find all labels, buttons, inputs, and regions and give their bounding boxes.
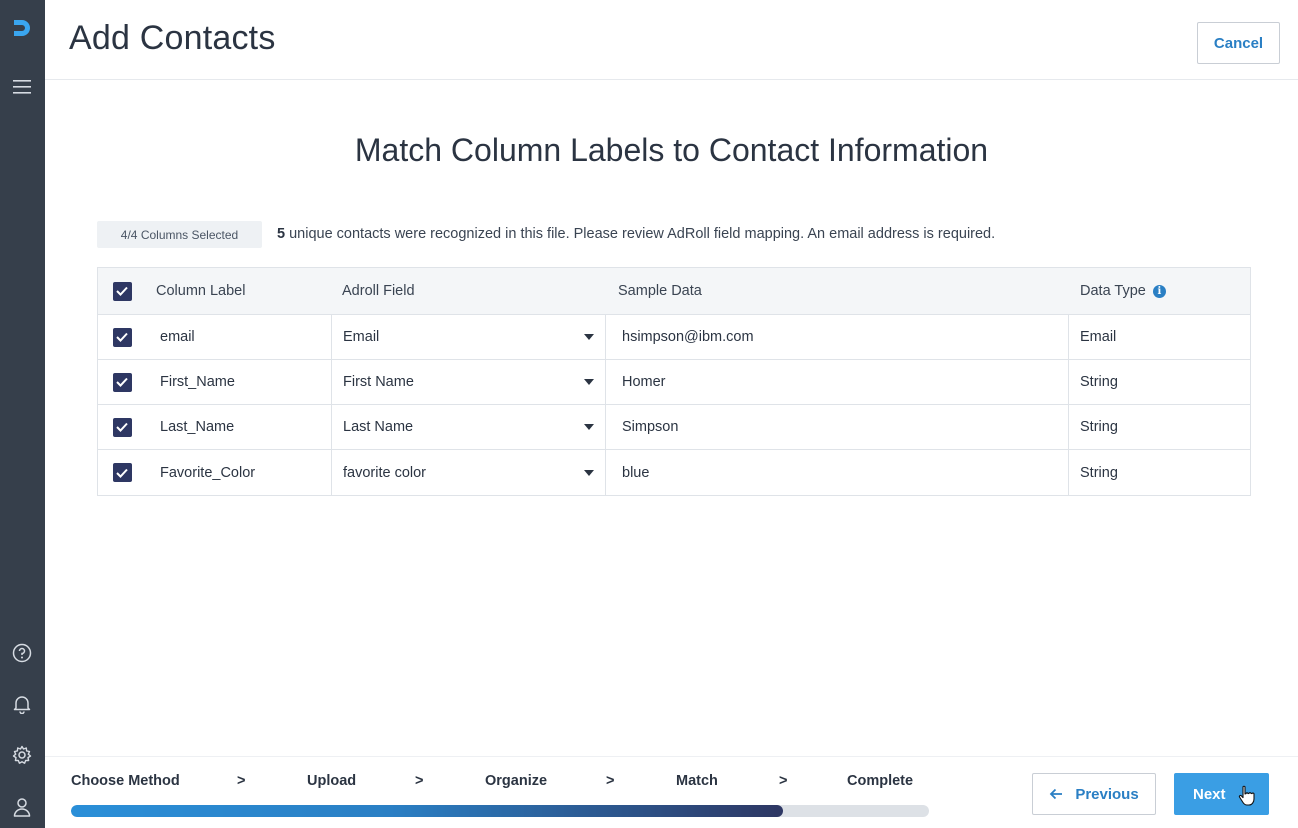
step-organize: Organize — [485, 773, 548, 789]
adroll-field-value: Email — [343, 329, 380, 345]
check-icon — [116, 332, 128, 342]
info-icon[interactable]: i — [1152, 284, 1166, 298]
sidebar — [0, 0, 45, 828]
help-icon[interactable] — [10, 641, 34, 665]
row-checkbox[interactable] — [112, 372, 132, 392]
header-adroll-field: Adroll Field — [342, 283, 415, 299]
header-data-type-label: Data Type — [1080, 283, 1146, 299]
select-all-checkbox[interactable] — [112, 281, 132, 301]
row-check-cell — [98, 315, 146, 359]
menu-icon[interactable] — [10, 75, 34, 99]
adroll-field-dropdown[interactable]: favorite color — [331, 450, 606, 495]
progress-bar — [71, 805, 929, 817]
check-icon — [116, 286, 128, 296]
header-data-type: Data Type i — [1069, 283, 1250, 299]
row-check-cell — [98, 405, 146, 449]
check-icon — [116, 422, 128, 432]
step-match: Match — [676, 773, 718, 789]
row-checkbox[interactable] — [112, 417, 132, 437]
page-title: Add Contacts — [69, 19, 276, 57]
sample-data-cell: blue — [606, 450, 1069, 495]
adroll-field-dropdown[interactable]: First Name — [331, 360, 606, 404]
previous-label: Previous — [1075, 785, 1139, 803]
sample-data-cell: Simpson — [606, 405, 1069, 449]
sample-data-cell: hsimpson@ibm.com — [606, 315, 1069, 359]
mapping-table: Column Label Adroll Field Sample Data Da… — [97, 267, 1251, 496]
adroll-field-value: First Name — [343, 374, 414, 390]
summary-text: unique contacts were recognized in this … — [285, 226, 996, 242]
table-row: First_Name First Name Homer String — [98, 360, 1250, 405]
gear-icon[interactable] — [10, 743, 34, 767]
user-icon[interactable] — [10, 795, 34, 819]
previous-button[interactable]: Previous — [1032, 773, 1156, 815]
table-row: email Email hsimpson@ibm.com Email — [98, 315, 1250, 360]
step-separator: > — [779, 773, 788, 789]
adroll-logo-icon[interactable] — [10, 16, 34, 40]
adroll-field-value: favorite color — [343, 464, 427, 481]
data-type-cell: Email — [1080, 329, 1117, 345]
table-row: Favorite_Color favorite color blue Strin… — [98, 450, 1250, 495]
arrow-left-icon — [1050, 788, 1063, 800]
row-check-cell — [98, 450, 146, 495]
adroll-field-dropdown[interactable]: Email — [331, 315, 606, 359]
data-type-cell: String — [1080, 374, 1118, 390]
step-upload: Upload — [307, 773, 357, 789]
caret-down-icon — [584, 334, 594, 340]
header-sample-data: Sample Data — [618, 283, 702, 299]
step-choose-method: Choose Method — [71, 773, 180, 789]
section-heading: Match Column Labels to Contact Informati… — [354, 132, 989, 168]
sample-data-cell: Homer — [606, 360, 1069, 404]
header-column-label: Column Label — [156, 283, 246, 299]
row-check-cell — [98, 360, 146, 404]
adroll-field-dropdown[interactable]: Last Name — [331, 405, 606, 449]
column-label-cell: First_Name — [160, 374, 235, 390]
row-checkbox[interactable] — [112, 327, 132, 347]
step-separator: > — [237, 773, 246, 789]
columns-selected-badge: 4/4 Columns Selected — [97, 221, 262, 248]
row-checkbox[interactable] — [112, 463, 132, 482]
column-label-cell: Last_Name — [160, 419, 235, 435]
caret-down-icon — [584, 469, 594, 476]
column-label-cell: email — [160, 329, 195, 345]
pointer-cursor-icon — [1238, 785, 1255, 806]
caret-down-icon — [584, 379, 594, 385]
bell-icon[interactable] — [10, 692, 34, 716]
check-icon — [116, 377, 128, 387]
contacts-summary: 5 unique contacts were recognized in thi… — [277, 226, 995, 242]
wizard-steps: Choose Method > Upload > Organize > Matc… — [71, 773, 929, 793]
check-icon — [116, 468, 128, 478]
select-all-cell — [98, 281, 146, 301]
step-separator: > — [606, 773, 615, 789]
page-header: Add Contacts Cancel — [45, 0, 1298, 80]
step-separator: > — [415, 773, 424, 789]
data-type-cell: String — [1080, 464, 1118, 481]
table-header-row: Column Label Adroll Field Sample Data Da… — [98, 268, 1250, 315]
cancel-button[interactable]: Cancel — [1197, 22, 1280, 64]
adroll-field-value: Last Name — [343, 419, 414, 435]
caret-down-icon — [584, 424, 594, 430]
step-complete: Complete — [847, 773, 914, 789]
wizard-footer: Choose Method > Upload > Organize > Matc… — [45, 756, 1298, 828]
data-type-cell: String — [1080, 419, 1118, 435]
next-label: Next — [1193, 785, 1226, 803]
column-label-cell: Favorite_Color — [160, 464, 256, 481]
progress-fill — [71, 805, 784, 817]
table-row: Last_Name Last Name Simpson String — [98, 405, 1250, 450]
contacts-count: 5 — [277, 226, 286, 242]
